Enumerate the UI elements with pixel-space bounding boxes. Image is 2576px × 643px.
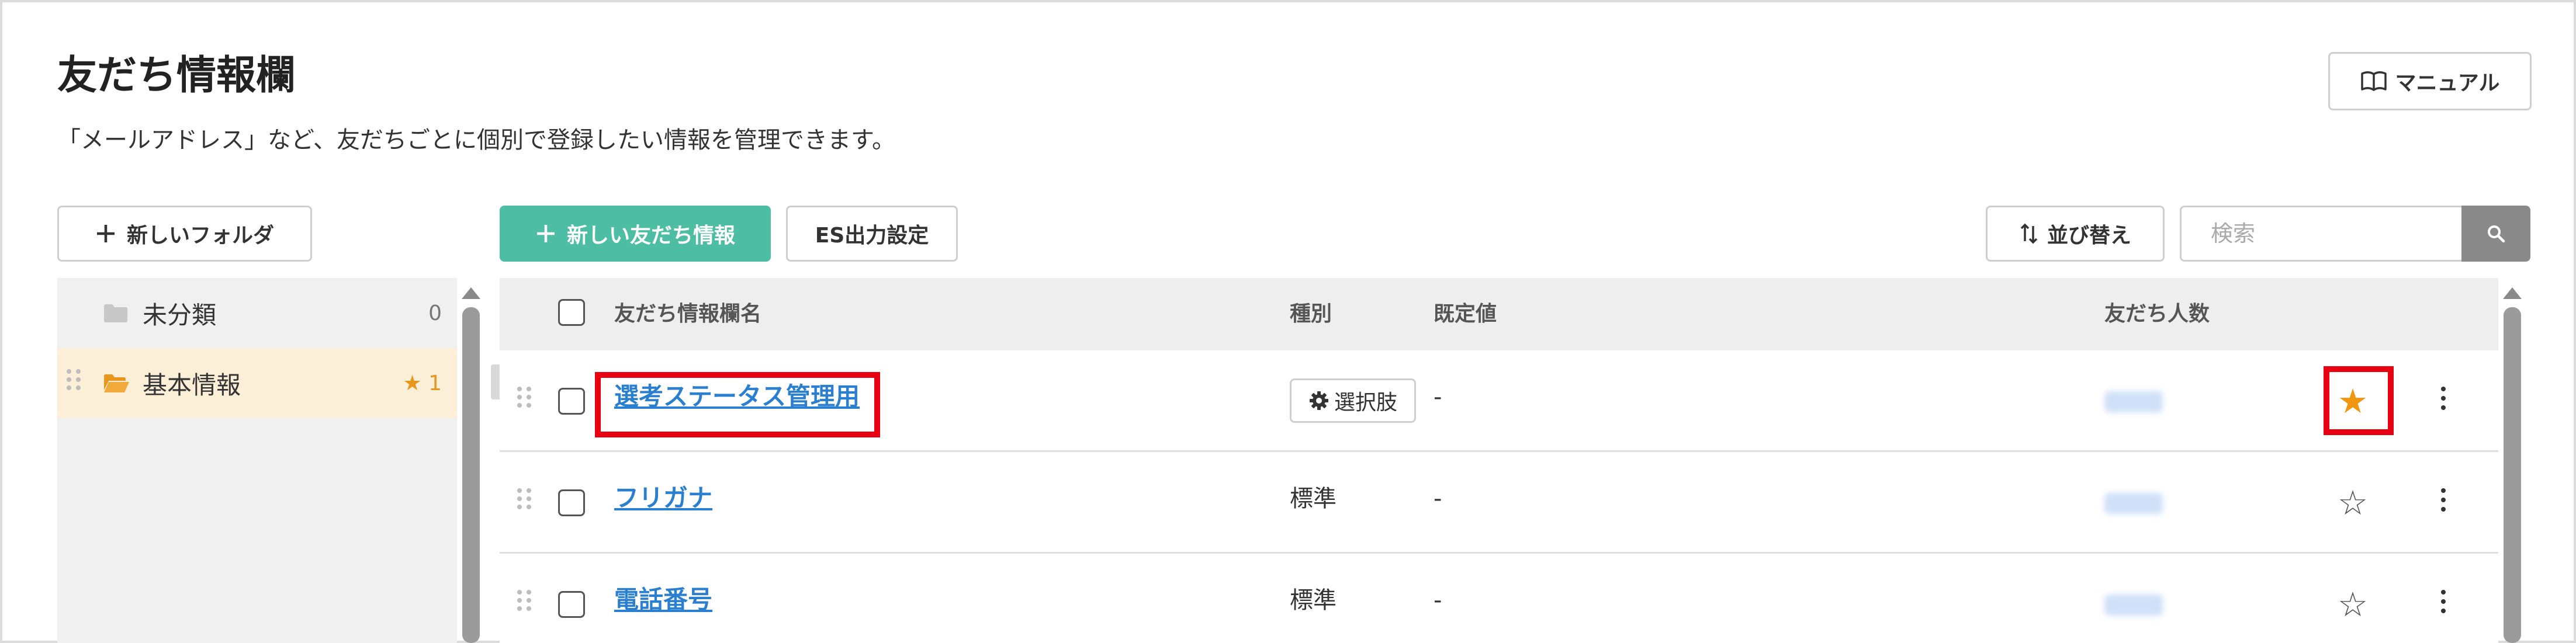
friend-info-name-link[interactable]: 電話番号 [614, 588, 712, 612]
folder-count: 0 [428, 301, 442, 325]
sort-button[interactable]: 並び替え [1986, 206, 2165, 262]
page-description: 「メールアドレス」など、友だちごとに個別で登録したい情報を管理できます。 [57, 127, 895, 154]
folder-scrollbar[interactable] [462, 307, 480, 643]
manual-label: マニュアル [2395, 71, 2500, 95]
new-friend-info-label: 新しい友だち情報 [566, 224, 735, 248]
more-options-icon[interactable] [2441, 387, 2447, 415]
header-default: 既定値 [1434, 302, 1497, 326]
folder-list: 未分類 0 基本情報 ★ 1 [57, 278, 506, 643]
table-scrollbar[interactable] [2504, 307, 2521, 643]
table-row[interactable]: フリガナ 標準 - ☆ [500, 452, 2498, 554]
highlight-box-star [2324, 366, 2394, 435]
search-input[interactable] [2180, 206, 2461, 262]
new-friend-info-button[interactable]: 新しい友だち情報 [500, 206, 771, 262]
row-checkbox[interactable] [558, 388, 585, 415]
header-type: 種別 [1290, 302, 1332, 326]
select-all-checkbox[interactable] [558, 299, 585, 326]
folder-item-basic-info[interactable]: 基本情報 ★ 1 [57, 348, 506, 418]
folder-count: ★ 1 [403, 371, 442, 395]
type-label: 標準 [1290, 587, 1337, 614]
gear-icon [1309, 391, 1328, 410]
drag-handle-icon[interactable] [67, 369, 81, 390]
folder-item-uncategorized[interactable]: 未分類 0 [57, 278, 457, 348]
drag-handle-icon[interactable] [517, 488, 531, 509]
drag-handle-icon[interactable] [517, 590, 531, 611]
more-options-icon[interactable] [2441, 488, 2447, 516]
table-row[interactable]: 電話番号 標準 - ☆ [500, 554, 2498, 643]
star-outline-icon[interactable]: ☆ [2338, 588, 2368, 621]
header-name: 友だち情報欄名 [614, 302, 762, 326]
type-label: 標準 [1290, 485, 1337, 512]
scroll-up-arrow-icon[interactable] [462, 287, 480, 299]
new-folder-button[interactable]: 新しいフォルダ [57, 206, 312, 262]
table-scrollbar-thumb[interactable] [2504, 307, 2521, 643]
page-title: 友だち情報欄 [57, 53, 296, 99]
plus-icon [536, 225, 555, 242]
scroll-up-arrow-icon[interactable] [2503, 287, 2522, 299]
type-badge: 選択肢 [1290, 378, 1416, 423]
manual-button[interactable]: マニュアル [2328, 52, 2532, 110]
more-options-icon[interactable] [2441, 590, 2447, 618]
plus-icon [96, 225, 115, 242]
new-folder-label: 新しいフォルダ [126, 224, 274, 248]
sort-arrows-icon [2020, 223, 2038, 244]
folder-name: 未分類 [143, 300, 217, 329]
type-label: 選択肢 [1334, 391, 1397, 415]
folder-open-icon [104, 374, 129, 392]
search-button[interactable] [2461, 206, 2530, 262]
sort-label: 並び替え [2047, 224, 2131, 248]
drag-handle-icon[interactable] [517, 387, 531, 408]
default-value: - [1434, 587, 1442, 614]
es-export-label: ES出力設定 [815, 224, 929, 248]
header-friend-count: 友だち人数 [2104, 302, 2210, 326]
highlight-box-name [595, 372, 880, 437]
friend-count-blurred [2104, 595, 2163, 616]
table-header: 友だち情報欄名 種別 既定値 友だち人数 [500, 278, 2498, 350]
row-checkbox[interactable] [558, 489, 585, 516]
folder-name: 基本情報 [143, 370, 241, 399]
es-export-settings-button[interactable]: ES出力設定 [786, 206, 958, 262]
star-outline-icon[interactable]: ☆ [2338, 486, 2368, 520]
folder-icon [104, 304, 127, 322]
friend-count-blurred [2104, 493, 2163, 514]
search-icon [2488, 225, 2505, 243]
default-value: - [1434, 384, 1442, 411]
row-checkbox[interactable] [558, 591, 585, 618]
friend-info-name-link[interactable]: フリガナ [614, 486, 712, 510]
folder-scrollbar-thumb[interactable] [462, 307, 480, 643]
book-icon [2360, 71, 2387, 91]
default-value: - [1434, 485, 1442, 512]
friend-info-table: 友だち情報欄名 種別 既定値 友だち人数 選考ステータス管理用 選択肢 - ★ … [500, 278, 2498, 643]
friend-count-blurred [2104, 391, 2163, 412]
